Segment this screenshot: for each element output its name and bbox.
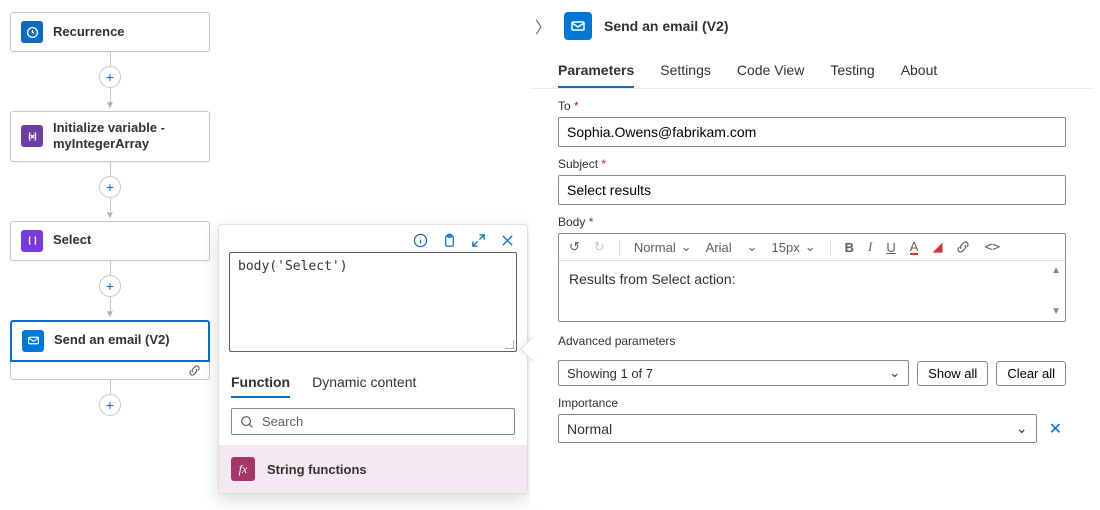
add-step-button[interactable]: + [99,394,121,416]
body-label: Body * [558,215,1066,229]
tab-parameters[interactable]: Parameters [558,54,634,88]
link-icon[interactable] [956,240,970,254]
flow-card-recurrence[interactable]: Recurrence [10,12,210,52]
tab-settings[interactable]: Settings [660,54,711,88]
tab-function[interactable]: Function [231,368,290,398]
rte-toolbar: ↺ ↻ Normal ⌄ Arial ⌄ 15px ⌄ B I U A ◢ <> [559,234,1065,261]
chevron-down-icon: ⌄ [747,239,758,255]
category-label: String functions [267,462,367,477]
show-all-button[interactable]: Show all [917,361,988,386]
category-string-functions[interactable]: fx String functions [219,445,527,493]
importance-value: Normal [567,421,612,437]
details-panel: 〉 Send an email (V2) Parameters Settings… [530,6,1094,504]
importance-select[interactable]: Normal ⌄ [558,414,1037,443]
tab-dynamic-content[interactable]: Dynamic content [312,368,416,398]
flow-card-label: Initialize variable - myIntegerArray [53,120,199,153]
scroll-down-icon[interactable]: ▼ [1051,306,1061,317]
italic-icon[interactable]: I [868,239,872,255]
advanced-parameters-value: Showing 1 of 7 [567,366,653,381]
tab-codeview[interactable]: Code View [737,54,804,88]
flow-card-send-email[interactable]: Send an email (V2) [10,320,210,362]
style-select[interactable]: Normal ⌄ [634,239,692,255]
chevron-down-icon: ⌄ [889,365,900,381]
outlook-icon [564,12,592,40]
close-icon[interactable] [500,233,515,248]
advanced-parameters-select[interactable]: Showing 1 of 7 ⌄ [558,360,909,386]
expression-popover: body('Select') Function Dynamic content … [218,224,528,494]
outlook-icon [22,330,44,352]
tab-about[interactable]: About [901,54,938,88]
add-step-button[interactable]: + [99,275,121,297]
clear-all-button[interactable]: Clear all [996,361,1066,386]
search-placeholder: Search [262,414,303,429]
search-icon [240,415,254,429]
flow-card-label: Send an email (V2) [54,332,170,348]
tab-testing[interactable]: Testing [830,54,874,88]
flow-card-label: Select [53,232,91,248]
flow-card-label: Recurrence [53,24,125,40]
select-icon [21,230,43,252]
remove-parameter-button[interactable]: ✕ [1045,419,1066,439]
flow-card-footer [10,362,210,380]
subject-label: Subject * [558,157,1066,171]
fx-icon: fx [231,457,255,481]
link-icon [188,364,201,377]
underline-icon[interactable]: U [886,240,895,255]
subject-input[interactable] [558,175,1066,205]
to-label: To * [558,99,1066,113]
body-editor[interactable]: Results from Select action: ▲ ▼ [559,261,1065,321]
collapse-panel-button[interactable]: 〉 [534,14,552,38]
font-color-icon[interactable]: A [910,240,919,255]
font-select[interactable]: Arial ⌄ [706,239,758,255]
add-step-button[interactable]: + [99,176,121,198]
expand-icon[interactable] [471,233,486,248]
bold-icon[interactable]: B [845,240,854,255]
expression-input[interactable]: body('Select') [229,252,517,352]
chevron-down-icon: ⌄ [681,239,692,255]
clipboard-icon[interactable] [442,233,457,248]
redo-icon[interactable]: ↻ [594,239,605,255]
scroll-up-icon[interactable]: ▲ [1051,265,1061,276]
clock-icon [21,21,43,43]
body-text: Results from Select action: [569,271,736,287]
expression-search[interactable]: Search [231,408,515,435]
advanced-parameters-label: Advanced parameters [558,334,1066,348]
importance-label: Importance [558,396,1066,410]
flow-card-initialize-variable[interactable]: Initialize variable - myIntegerArray [10,111,210,162]
undo-icon[interactable]: ↺ [569,239,580,255]
to-input[interactable] [558,117,1066,147]
chevron-down-icon: ⌄ [805,239,816,255]
highlight-icon[interactable]: ◢ [932,239,942,255]
add-step-button[interactable]: + [99,66,121,88]
size-select[interactable]: 15px ⌄ [772,239,816,255]
variable-icon [21,125,43,147]
info-icon[interactable] [413,233,428,248]
code-icon[interactable]: <> [984,240,1000,255]
flow-card-select[interactable]: Select [10,221,210,261]
panel-title: Send an email (V2) [604,18,728,34]
chevron-down-icon: ⌄ [1016,420,1028,437]
